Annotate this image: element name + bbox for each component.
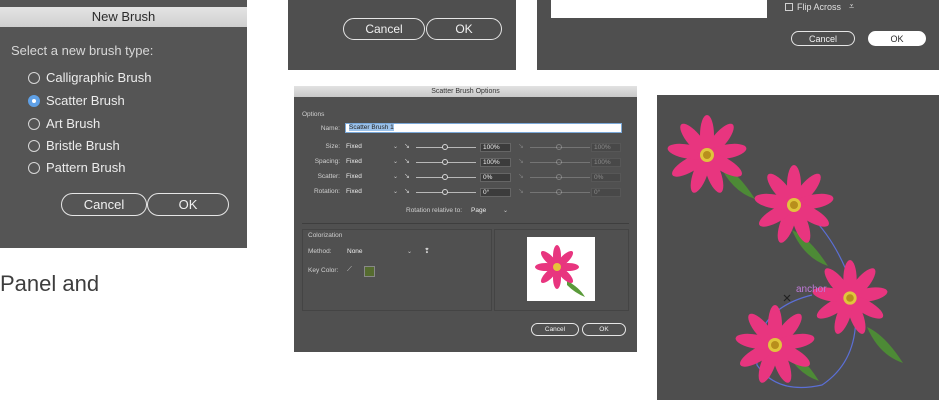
section-divider: [302, 223, 629, 224]
scatter-brush-artwork: anchor: [666, 115, 903, 389]
rotation-relative-select[interactable]: Page: [471, 207, 486, 214]
chevron-down-icon[interactable]: ⌄: [503, 207, 508, 214]
chevron-down-icon[interactable]: ⌄: [393, 188, 398, 195]
spacing-value-max: 100%: [591, 158, 621, 167]
flip-across-option[interactable]: Flip Across ⩡: [785, 1, 854, 12]
name-label: Name:: [320, 125, 340, 132]
scatter-brush-options-dialog: Scatter Brush Options Options Name: Scat…: [294, 86, 637, 352]
option-art-brush[interactable]: Art Brush: [28, 116, 100, 131]
option-scatter-brush[interactable]: Scatter Brush: [28, 93, 125, 108]
pen-pressure-icon: ↘: [404, 173, 410, 180]
eyedropper-icon[interactable]: ⟋: [347, 266, 352, 274]
option-label: Scatter Brush: [46, 93, 125, 108]
key-color-label: Key Color:: [308, 267, 339, 274]
anchor-label: anchor: [796, 284, 827, 295]
rotation-value-max: 0°: [591, 188, 621, 197]
radio-icon[interactable]: [28, 117, 40, 130]
pen-pressure-icon: ↘: [404, 188, 410, 195]
rotation-relative-label: Rotation relative to:: [406, 207, 463, 214]
slider-knob[interactable]: [442, 144, 448, 150]
pen-pressure-icon: ↘: [518, 188, 524, 195]
pen-pressure-icon: ↘: [404, 143, 410, 150]
rotation-value[interactable]: 0°: [480, 188, 511, 197]
option-label: Bristle Brush: [46, 138, 120, 153]
flower-3: [811, 260, 889, 336]
chevron-down-icon[interactable]: ⌄: [393, 143, 398, 150]
row-label: Scatter:: [317, 173, 340, 180]
preview-box: [551, 0, 767, 18]
spacing-value[interactable]: 100%: [480, 158, 511, 167]
new-brush-dialog: New Brush Select a new brush type: Calli…: [0, 0, 247, 248]
row-label: Rotation:: [313, 188, 340, 195]
brush-preview: [527, 237, 595, 301]
pen-pressure-icon: ↘: [518, 158, 524, 165]
option-label: Art Brush: [46, 116, 101, 131]
chevron-down-icon[interactable]: ⌄: [407, 248, 412, 255]
radio-icon[interactable]: [28, 71, 40, 84]
ok-button[interactable]: OK: [582, 323, 626, 336]
size-value-max: 100%: [591, 143, 621, 152]
options-heading: Options: [302, 111, 325, 118]
scatter-value-max: 0%: [591, 173, 621, 182]
chevron-down-icon[interactable]: ⌄: [393, 158, 398, 165]
size-value[interactable]: 100%: [480, 143, 511, 152]
option-label: Calligraphic Brush: [46, 70, 152, 85]
slider-knob: [556, 159, 562, 165]
artboard-canvas[interactable]: anchor: [657, 95, 939, 400]
pen-pressure-icon: ↘: [518, 143, 524, 150]
name-value: Scatter Brush 1: [349, 124, 394, 131]
slider-knob: [556, 144, 562, 150]
rotation-mode-select[interactable]: Fixed: [346, 188, 362, 195]
method-label: Method:: [308, 248, 332, 255]
cancel-button[interactable]: Cancel: [61, 193, 147, 216]
ok-button[interactable]: OK: [426, 18, 502, 40]
name-input[interactable]: Scatter Brush 1: [345, 123, 622, 133]
pen-pressure-icon: ↘: [518, 173, 524, 180]
spacing-mode-select[interactable]: Fixed: [346, 158, 362, 165]
row-label: Spacing:: [314, 158, 340, 165]
flip-across-label: Flip Across: [797, 1, 842, 12]
flower-preview-image: [535, 245, 585, 297]
key-color-swatch[interactable]: [364, 266, 375, 277]
partial-dialog-right: Flip Across ⩡ Cancel OK: [537, 0, 939, 70]
body-text: Panel and: [0, 271, 100, 296]
row-label: Size:: [325, 143, 340, 150]
option-calligraphic-brush[interactable]: Calligraphic Brush: [28, 70, 152, 85]
radio-icon[interactable]: [28, 161, 40, 174]
cancel-button[interactable]: Cancel: [343, 18, 425, 40]
option-label: Pattern Brush: [46, 160, 126, 175]
slider-knob[interactable]: [442, 159, 448, 165]
ok-button[interactable]: OK: [868, 31, 926, 46]
radio-selected-icon[interactable]: [28, 94, 40, 107]
slider-knob: [556, 174, 562, 180]
flower-4: [734, 305, 816, 385]
flip-across-icon: ⩡: [849, 1, 855, 11]
radio-icon[interactable]: [28, 139, 40, 152]
scatter-value[interactable]: 0%: [480, 173, 511, 182]
size-mode-select[interactable]: Fixed: [346, 143, 362, 150]
option-bristle-brush[interactable]: Bristle Brush: [28, 138, 120, 153]
cancel-button[interactable]: Cancel: [531, 323, 579, 336]
slider-knob: [556, 189, 562, 195]
chevron-down-icon[interactable]: ⌄: [393, 173, 398, 180]
brush-type-prompt: Select a new brush type:: [11, 43, 154, 58]
dialog-title: New Brush: [0, 7, 247, 27]
pen-pressure-icon: ↘: [404, 158, 410, 165]
cancel-button[interactable]: Cancel: [791, 31, 855, 46]
checkbox-icon[interactable]: [785, 2, 793, 11]
dialog-title: Scatter Brush Options: [294, 86, 637, 97]
anchor-point-icon[interactable]: [783, 294, 791, 302]
method-select[interactable]: None: [347, 248, 363, 255]
option-pattern-brush[interactable]: Pattern Brush: [28, 160, 126, 175]
partial-dialog-middle: Cancel OK: [288, 0, 516, 70]
scatter-mode-select[interactable]: Fixed: [346, 173, 362, 180]
tips-lightbulb-icon[interactable]: ❢: [424, 247, 430, 255]
slider-knob[interactable]: [442, 189, 448, 195]
colorization-heading: Colorization: [308, 232, 343, 239]
ok-button[interactable]: OK: [147, 193, 229, 216]
slider-knob[interactable]: [442, 174, 448, 180]
